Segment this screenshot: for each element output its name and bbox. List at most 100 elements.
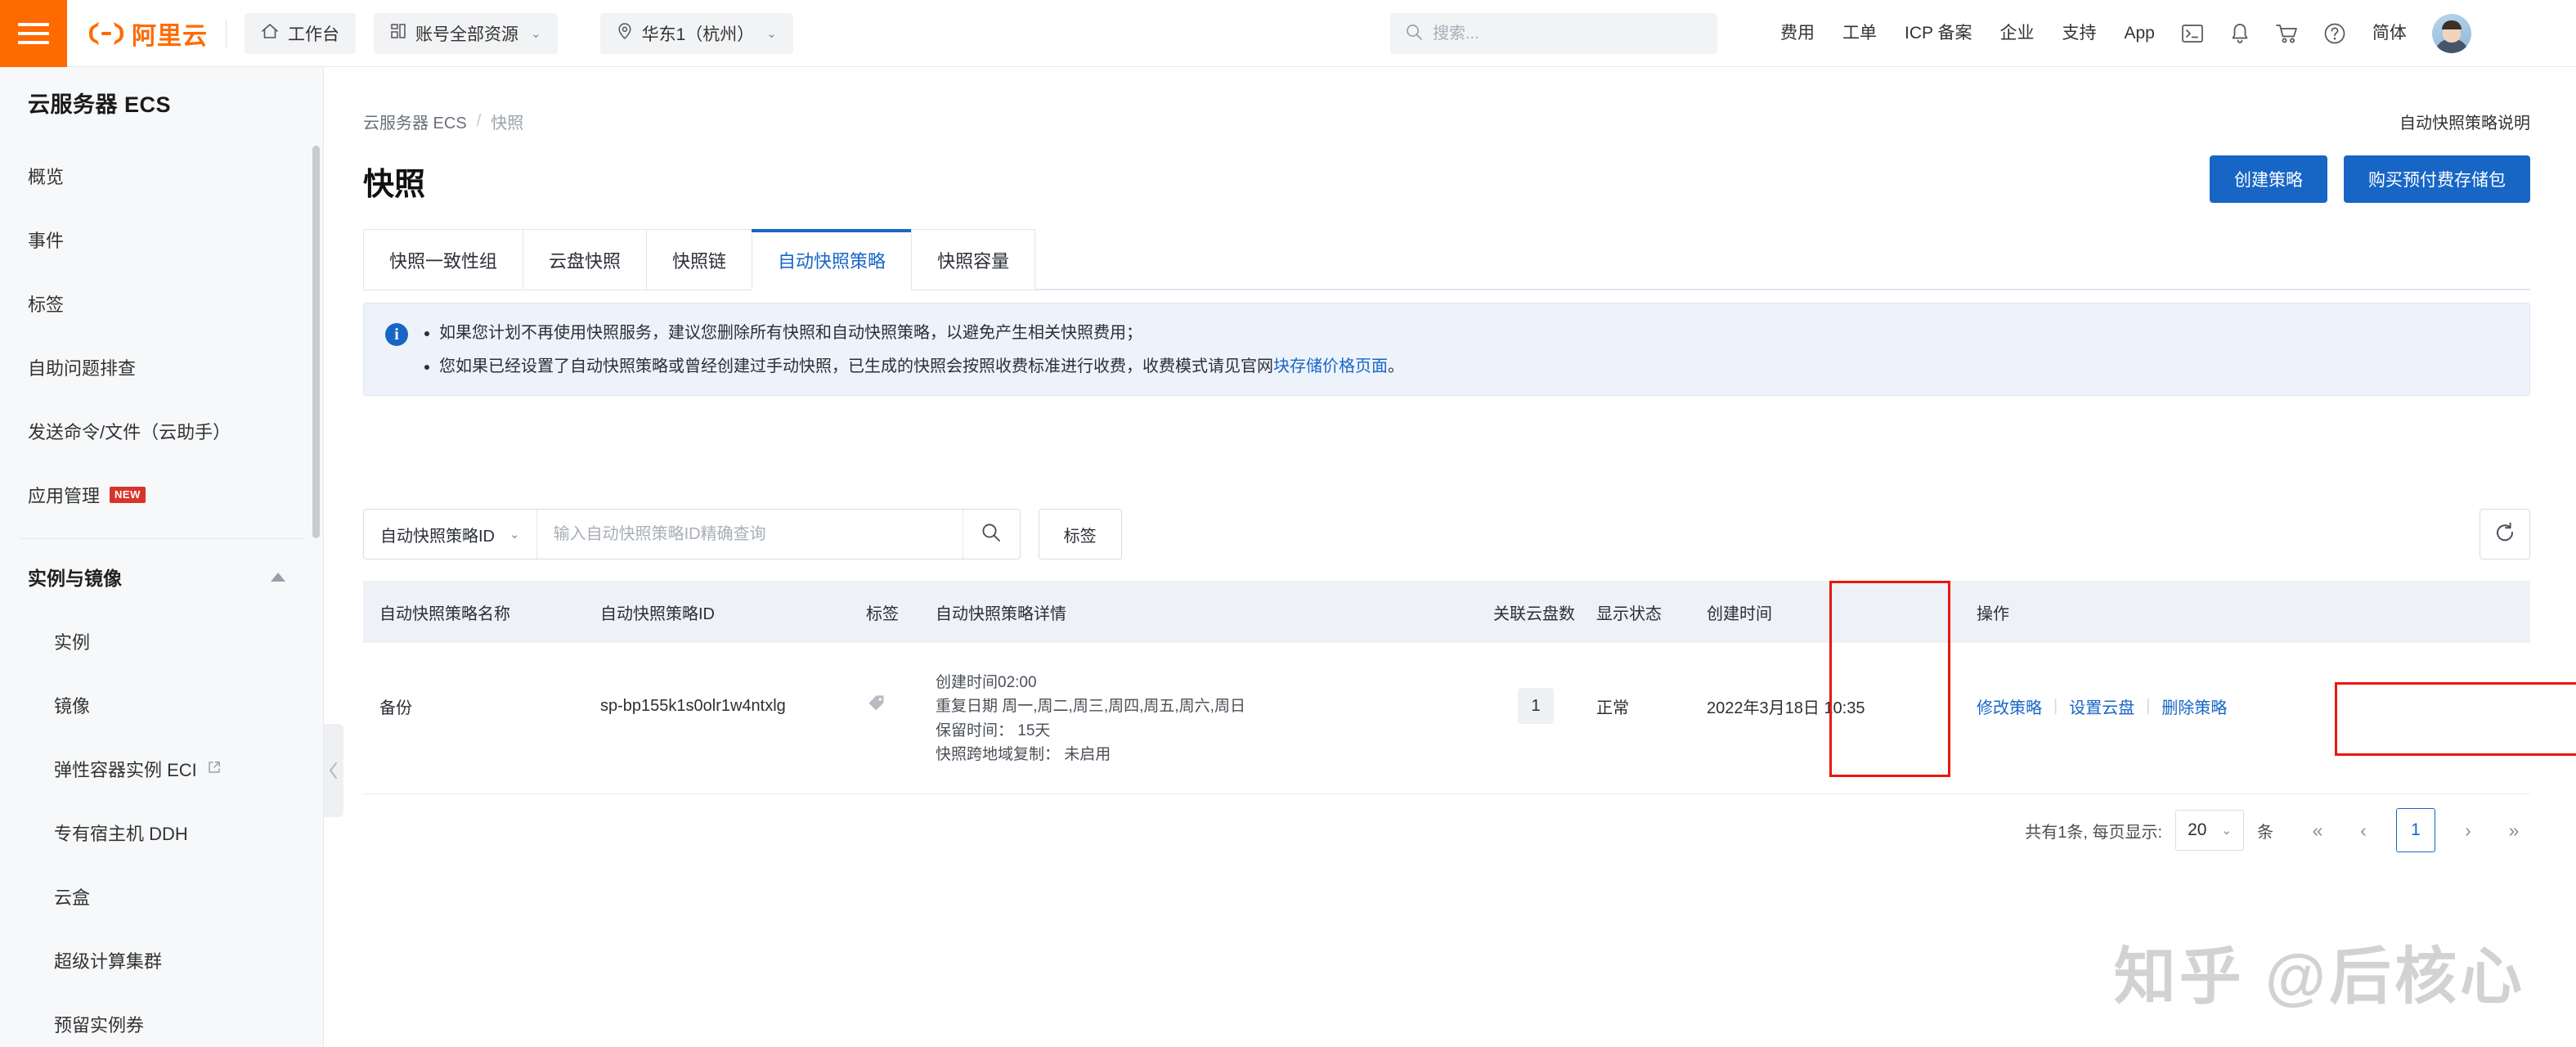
- cell-policy-detail: 创建时间02:00 重复日期 周一,周二,周三,周四,周五,周六,周日 保留时间…: [936, 671, 1475, 767]
- sidebar-item-cloud-assistant[interactable]: 发送命令/文件（云助手）: [0, 399, 323, 463]
- search-button[interactable]: [962, 510, 1020, 559]
- buy-storage-plan-button[interactable]: 购买预付费存储包: [2344, 155, 2530, 203]
- modify-policy-link[interactable]: 修改策略: [1977, 694, 2042, 718]
- page-actions: 创建策略 购买预付费存储包: [2210, 155, 2530, 203]
- page-number-1[interactable]: 1: [2396, 808, 2435, 852]
- resources-selector[interactable]: 账号全部资源 ⌄: [374, 12, 558, 54]
- sidebar-group-label: 实例与镜像: [28, 568, 122, 589]
- sidebar-item-cloudbox[interactable]: 云盒: [0, 865, 323, 928]
- column-header-status: 显示状态: [1596, 604, 1662, 623]
- tab-auto-snapshot-policy[interactable]: 自动快照策略: [752, 229, 913, 290]
- page-size-selector[interactable]: 20 ⌄: [2175, 810, 2244, 851]
- sidebar-item-eci[interactable]: 弹性容器实例 ECI: [0, 737, 323, 801]
- sidebar-item-scc[interactable]: 超级计算集群: [0, 928, 323, 992]
- column-header-detail: 自动快照策略详情: [936, 604, 1066, 623]
- cart-icon[interactable]: [2269, 0, 2306, 67]
- sidebar-item-label: 超级计算集群: [54, 951, 163, 972]
- language-switch[interactable]: 简体: [2358, 0, 2421, 67]
- help-icon[interactable]: [2316, 0, 2354, 67]
- sidebar-item-label: 应用管理: [28, 486, 101, 506]
- info-banner: i 如果您计划不再使用快照服务，建议您删除所有快照和自动快照策略，以避免产生相关…: [363, 303, 2530, 396]
- action-divider: |: [2053, 696, 2058, 715]
- main-content: 云服务器 ECS / 快照 自动快照策略说明 快照 创建策略 购买预付费存储包 …: [325, 67, 2576, 1047]
- sidebar-item-app-management[interactable]: 应用管理 NEW: [0, 463, 323, 527]
- sidebar-item-images[interactable]: 镜像: [0, 673, 323, 737]
- auto-snapshot-policy-help-link[interactable]: 自动快照策略说明: [2399, 110, 2530, 133]
- sidebar-item-overview[interactable]: 概览: [0, 144, 323, 208]
- next-page-button[interactable]: ›: [2452, 814, 2484, 847]
- sidebar-item-label: 标签: [28, 294, 65, 315]
- configure-disk-link[interactable]: 设置云盘: [2069, 694, 2134, 718]
- sidebar-group-instances-images[interactable]: 实例与镜像: [0, 544, 323, 609]
- workbench-button[interactable]: 工作台: [245, 12, 356, 54]
- filter-field-label: 自动快照策略ID: [380, 527, 495, 546]
- app-root: 阿里云 工作台 账号全部资源 ⌄ 华东1（杭州） ⌄ 搜索... 费用 工单 I…: [0, 0, 2576, 1047]
- first-page-button[interactable]: «: [2301, 814, 2334, 847]
- delete-policy-link[interactable]: 删除策略: [2161, 694, 2227, 718]
- home-icon: [261, 22, 279, 45]
- bell-icon[interactable]: [2221, 0, 2259, 67]
- sidebar-divider: [20, 538, 303, 539]
- sidebar-item-label: 云盒: [54, 887, 91, 908]
- cell-policy-id: sp-bp155k1s0olr1w4ntxlg: [600, 696, 786, 715]
- nav-item-icp[interactable]: ICP 备案: [1891, 0, 1986, 67]
- tag-icon[interactable]: [866, 693, 887, 719]
- watermark: 知乎 @后核心: [2113, 942, 2525, 1012]
- nav-item-support[interactable]: 支持: [2048, 0, 2110, 67]
- sidebar-item-tags[interactable]: 标签: [0, 272, 323, 335]
- alibaba-cloud-logo[interactable]: 阿里云: [88, 0, 208, 67]
- search-input[interactable]: [536, 510, 963, 559]
- sidebar-item-label: 专有宿主机 DDH: [54, 824, 188, 844]
- info-icon: i: [385, 323, 408, 346]
- detail-retention: 保留时间： 15天: [936, 721, 1051, 739]
- sidebar-item-instances[interactable]: 实例: [0, 609, 323, 673]
- block-storage-price-link[interactable]: 块存储价格页面: [1273, 357, 1388, 375]
- breadcrumb-root[interactable]: 云服务器 ECS: [363, 110, 467, 133]
- sidebar-title: 云服务器 ECS: [28, 92, 172, 117]
- tag-filter-button[interactable]: 标签: [1038, 509, 1122, 559]
- menu-icon[interactable]: [0, 0, 67, 67]
- sidebar-item-ddh[interactable]: 专有宿主机 DDH: [0, 801, 323, 865]
- tab-snapshot-chain[interactable]: 快照链: [646, 229, 753, 290]
- tab-snapshot-capacity[interactable]: 快照容量: [911, 229, 1036, 290]
- info-banner-line-1: 如果您计划不再使用快照服务，建议您删除所有快照和自动快照策略，以避免产生相关快照…: [424, 321, 1404, 345]
- region-label: 华东1（杭州）: [641, 25, 755, 44]
- search-icon: [1405, 23, 1423, 45]
- disk-count-badge[interactable]: 1: [1518, 688, 1554, 724]
- terminal-icon[interactable]: [2174, 0, 2211, 67]
- filter-field-selector[interactable]: 自动快照策略ID ⌄: [364, 510, 537, 559]
- external-link-icon: [207, 760, 222, 779]
- nav-item-enterprise[interactable]: 企业: [1986, 0, 2048, 67]
- sidebar-item-label: 弹性容器实例 ECI: [54, 760, 197, 780]
- chevron-up-icon: [271, 572, 285, 582]
- sidebar-item-label: 发送命令/文件（云助手）: [28, 422, 231, 443]
- sidebar-item-events[interactable]: 事件: [0, 208, 323, 272]
- avatar[interactable]: [2431, 14, 2471, 53]
- nav-item-ticket[interactable]: 工单: [1829, 0, 1891, 67]
- cell-status: 正常: [1596, 699, 1629, 717]
- nav-item-app[interactable]: App: [2110, 0, 2168, 67]
- header-divider: [226, 18, 227, 48]
- sidebar-item-self-troubleshoot[interactable]: 自助问题排查: [0, 335, 323, 399]
- tab-snapshot-consistency-group[interactable]: 快照一致性组: [363, 229, 524, 290]
- new-badge: NEW: [110, 486, 146, 504]
- global-search[interactable]: [1390, 13, 1717, 54]
- search-input[interactable]: [1433, 24, 1703, 43]
- nav-item-fee[interactable]: 费用: [1766, 0, 1829, 67]
- column-header-name: 自动快照策略名称: [379, 604, 510, 623]
- workbench-label: 工作台: [288, 25, 339, 44]
- region-selector[interactable]: 华东1（杭州） ⌄: [599, 12, 793, 54]
- cell-disk-count: 1: [1475, 671, 1596, 741]
- sidebar-scrollbar[interactable]: [312, 146, 320, 538]
- sidebar-item-reserved-instance[interactable]: 预留实例券: [0, 992, 323, 1047]
- global-header: 阿里云 工作台 账号全部资源 ⌄ 华东1（杭州） ⌄ 搜索... 费用 工单 I…: [0, 0, 2576, 67]
- last-page-button[interactable]: »: [2497, 814, 2530, 847]
- prev-page-button[interactable]: ‹: [2347, 814, 2380, 847]
- sidebar-item-label: 实例: [54, 632, 91, 653]
- sidebar-collapse-handle[interactable]: [324, 724, 343, 817]
- create-policy-button[interactable]: 创建策略: [2210, 155, 2327, 203]
- tab-disk-snapshot[interactable]: 云盘快照: [523, 229, 648, 290]
- refresh-button[interactable]: [2480, 509, 2530, 559]
- tab-label: 自动快照策略: [778, 250, 886, 272]
- pagination-unit: 条: [2257, 823, 2273, 842]
